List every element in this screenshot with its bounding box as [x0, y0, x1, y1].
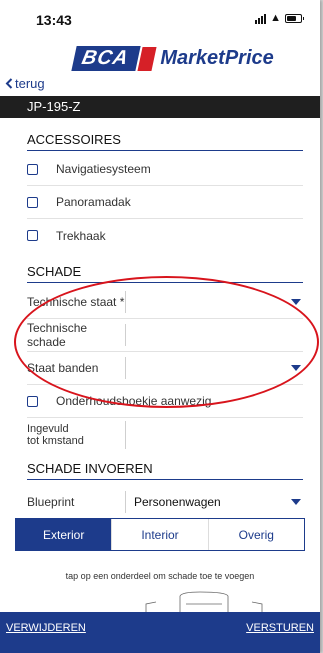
damage-input-section-heading: SCHADE INVOEREN	[27, 461, 303, 480]
brand-logo: BCA MarketPrice	[71, 46, 274, 71]
back-button[interactable]: terug	[5, 76, 45, 91]
battery-icon	[285, 14, 304, 23]
technical-state-select[interactable]: Technische staat *	[27, 286, 303, 319]
send-button[interactable]: VERSTUREN	[246, 622, 314, 634]
accessory-label: Trekhaak	[56, 228, 106, 243]
caret-down-icon	[291, 299, 301, 305]
delete-button[interactable]: VERWIJDEREN	[6, 622, 86, 634]
field-label: Blueprint	[27, 490, 126, 513]
checkbox[interactable]	[27, 230, 38, 241]
phone-screen: 13:43 ▲ BCA MarketPrice terug JP-195-Z A…	[0, 0, 320, 653]
field-label: Ingevuld tot kmstand	[27, 421, 126, 449]
technical-damage-field[interactable]: Technische schade	[27, 319, 303, 352]
back-label: terug	[15, 76, 45, 91]
status-time: 13:43	[36, 12, 72, 28]
damage-hint: tap op een onderdeel om schade toe te vo…	[65, 571, 255, 581]
chevron-left-icon	[5, 78, 13, 89]
km-field[interactable]: Ingevuld tot kmstand	[27, 418, 303, 452]
service-book-label: Onderhoudsboekje aanwezig	[56, 394, 212, 408]
tab-interior[interactable]: Interior	[111, 519, 208, 550]
accessory-label: Navigatiesysteem	[56, 162, 151, 176]
brand-logo-accent	[137, 46, 157, 71]
status-bar: 13:43 ▲	[0, 0, 320, 40]
tab-exterior[interactable]: Exterior	[16, 519, 112, 550]
caret-down-icon	[291, 498, 301, 505]
accessory-row-panoramic-roof[interactable]: Panoramadak	[27, 186, 303, 219]
footer-bar: VERWIJDEREN VERSTUREN	[0, 612, 320, 653]
field-label: Technische staat *	[27, 291, 126, 313]
accessories-section-heading: ACCESSOIRES	[27, 132, 303, 151]
signal-icon	[255, 13, 267, 24]
field-label: Technische schade	[27, 321, 126, 349]
km-label-line1: Ingevuld	[27, 423, 69, 435]
accessory-label: Panoramadak	[56, 195, 131, 209]
checkbox[interactable]	[27, 395, 38, 407]
license-plate-bar: JP-195-Z	[0, 96, 320, 118]
field-label: Staat banden	[27, 357, 126, 379]
car-blueprint[interactable]	[0, 590, 320, 614]
license-plate: JP-195-Z	[27, 99, 81, 114]
damage-section-heading: SCHADE	[27, 264, 303, 283]
brand-logo-mark: BCA	[71, 46, 142, 71]
checkbox[interactable]	[27, 196, 38, 208]
accessory-row-tow-bar[interactable]: Trekhaak	[27, 219, 303, 252]
damage-tabs: Exterior Interior Overig	[15, 518, 305, 551]
wifi-icon: ▲	[270, 12, 281, 24]
service-book-row[interactable]: Onderhoudsboekje aanwezig	[27, 385, 303, 418]
accessory-row-navigation[interactable]: Navigatiesysteem	[27, 153, 303, 186]
checkbox[interactable]	[27, 163, 38, 175]
status-icons: ▲	[255, 12, 304, 24]
km-label-line2: tot kmstand	[27, 435, 84, 447]
blueprint-value[interactable]: Personenwagen	[126, 495, 291, 509]
tab-other[interactable]: Overig	[207, 519, 304, 550]
caret-down-icon	[291, 365, 301, 371]
blueprint-select[interactable]: Blueprint Personenwagen	[27, 485, 303, 518]
tire-condition-select[interactable]: Staat banden	[27, 352, 303, 385]
brand-logo-text: MarketPrice	[160, 47, 274, 69]
